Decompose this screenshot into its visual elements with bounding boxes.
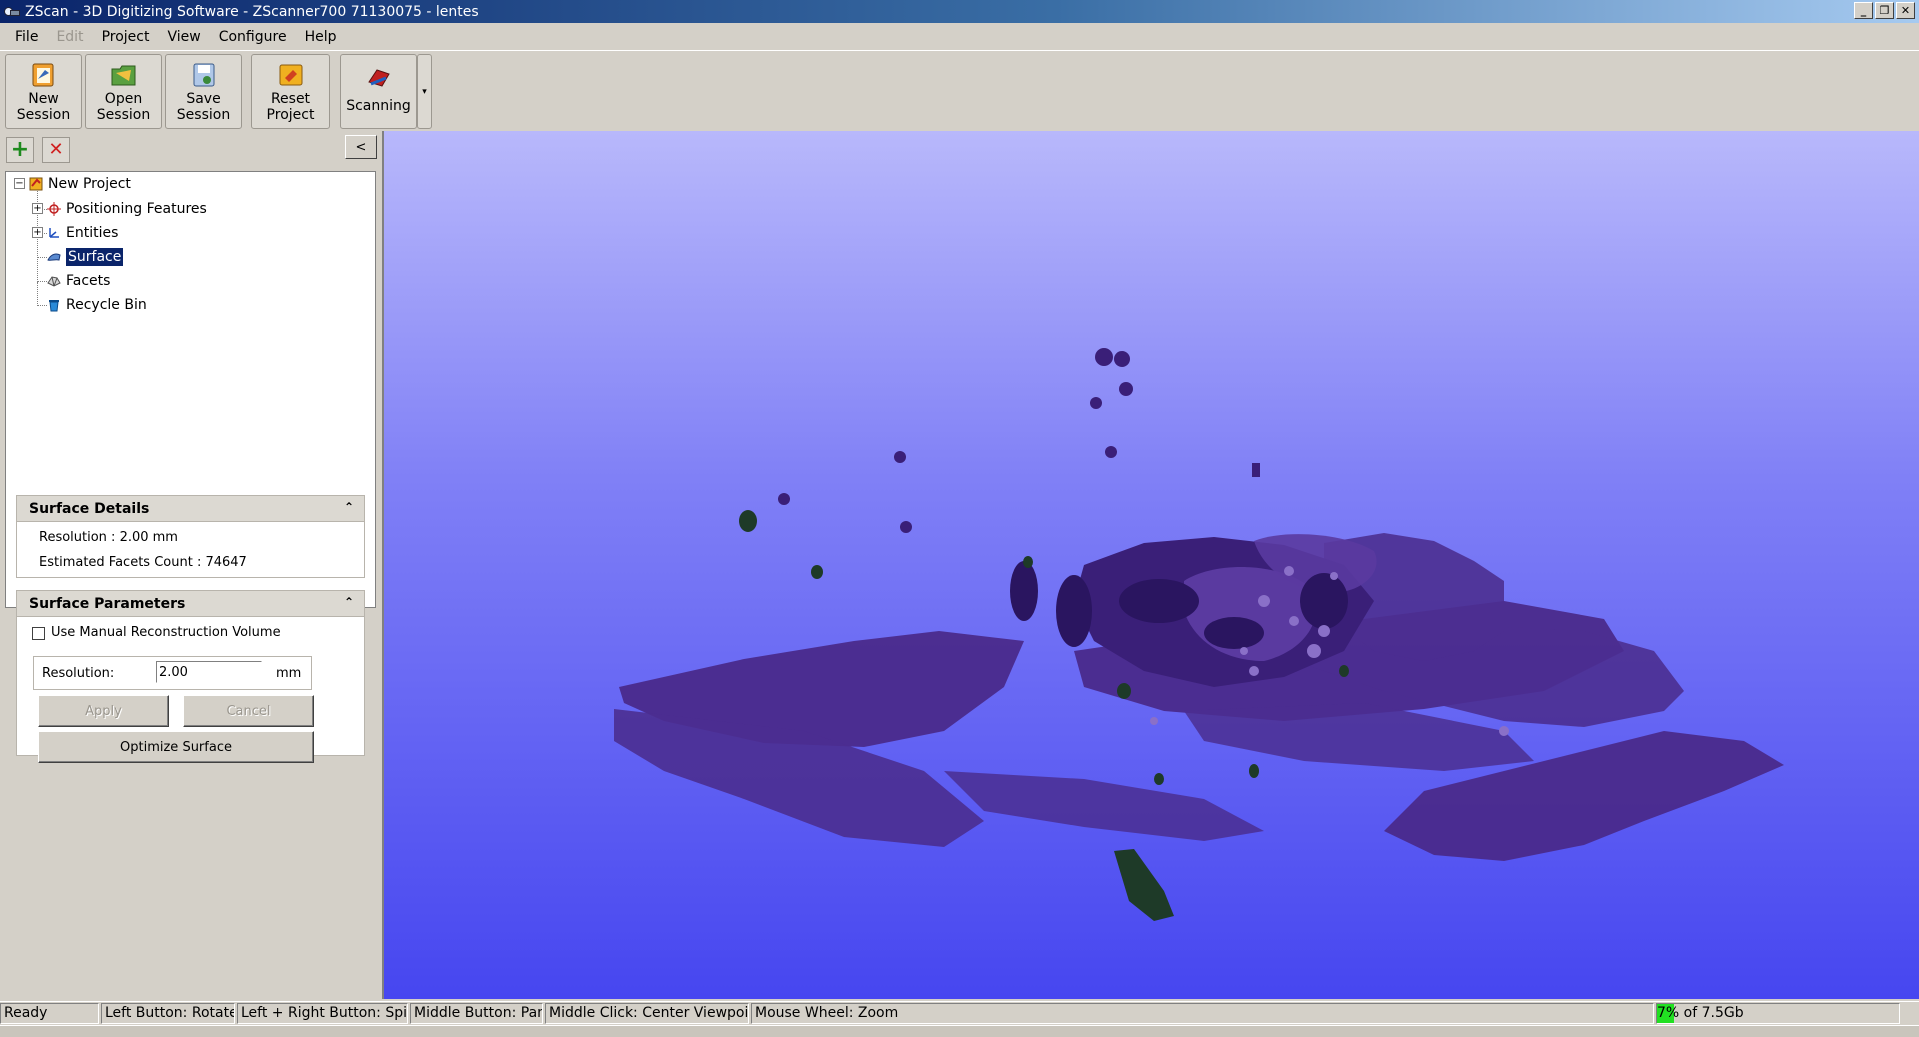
- tree-item-entities[interactable]: Entities: [46, 222, 118, 244]
- tree-label-new-project: New Project: [48, 176, 131, 192]
- menu-bar: File Edit Project View Configure Help: [0, 23, 1919, 51]
- tree-item-surface[interactable]: Surface: [46, 246, 125, 268]
- reset-project-line1: Reset: [270, 91, 311, 107]
- project-icon: [29, 177, 43, 191]
- tree-item-new-project[interactable]: New Project: [28, 173, 131, 195]
- resolution-box: Resolution: mm: [33, 656, 312, 690]
- minimize-button[interactable]: _: [1854, 2, 1873, 19]
- surface-parameters-header[interactable]: Surface Parameters ⌃: [17, 591, 364, 617]
- status-bar: Ready Left Button: Rotate Left + Right B…: [0, 1001, 1919, 1024]
- scanning-button[interactable]: Scanning: [340, 54, 417, 129]
- project-panel: + ✕ < − New Project + Positioning Featur…: [0, 131, 381, 998]
- scan-mesh-render: [614, 348, 1784, 921]
- surface-details-group: Surface Details ⌃ Resolution : 2.00 mm E…: [16, 495, 365, 578]
- status-left-right-button: Left + Right Button: Spin: [237, 1002, 408, 1024]
- new-session-line1: New: [28, 91, 59, 107]
- app-icon: [3, 5, 21, 19]
- status-left-button: Left Button: Rotate: [101, 1002, 235, 1024]
- save-session-button[interactable]: Save Session: [165, 54, 242, 129]
- reset-project-button[interactable]: Reset Project: [251, 54, 330, 129]
- tree-collapse-root[interactable]: −: [14, 178, 25, 189]
- new-session-button[interactable]: New Session: [5, 54, 82, 129]
- surface-parameters-group: Surface Parameters ⌃ Use Manual Reconstr…: [16, 590, 365, 763]
- surface-details-header[interactable]: Surface Details ⌃: [17, 496, 364, 522]
- title-bar: ZScan - 3D Digitizing Software - ZScanne…: [0, 0, 1919, 23]
- surface-parameters-title: Surface Parameters: [29, 595, 186, 612]
- tree-expand-positioning[interactable]: +: [32, 203, 43, 214]
- tree-label-recycle-bin: Recycle Bin: [66, 297, 147, 313]
- tree-expand-entities[interactable]: +: [32, 227, 43, 238]
- reset-project-icon: [279, 64, 302, 86]
- collapse-caret-icon[interactable]: ⌃: [344, 595, 354, 609]
- menu-file[interactable]: File: [6, 29, 47, 45]
- surface-details-title: Surface Details: [29, 500, 150, 517]
- surface-icon: [47, 253, 61, 261]
- add-item-button[interactable]: +: [6, 137, 34, 163]
- target-icon: [47, 202, 61, 216]
- open-session-line2: Session: [96, 107, 151, 123]
- tree-label-surface: Surface: [64, 247, 125, 267]
- restore-button[interactable]: ❐: [1875, 2, 1894, 19]
- reset-project-line2: Project: [266, 107, 315, 123]
- status-ready: Ready: [0, 1002, 99, 1024]
- recycle-bin-icon: [49, 300, 59, 312]
- optimize-surface-button[interactable]: Optimize Surface: [38, 731, 314, 763]
- manual-volume-label: Use Manual Reconstruction Volume: [51, 625, 281, 640]
- tree-item-recycle-bin[interactable]: Recycle Bin: [46, 294, 147, 316]
- menu-help[interactable]: Help: [296, 29, 346, 45]
- memory-usage-meter: 7% of 7.5Gb: [1656, 1002, 1900, 1024]
- resolution-readout: Resolution : 2.00 mm: [39, 530, 178, 545]
- new-session-icon: [32, 63, 53, 87]
- memory-usage-text: 7% of 7.5Gb: [1657, 1005, 1744, 1021]
- tree-item-positioning-features[interactable]: Positioning Features: [46, 198, 207, 220]
- open-session-line1: Open: [104, 91, 143, 107]
- status-mouse-wheel: Mouse Wheel: Zoom: [751, 1002, 1654, 1024]
- facets-icon: [47, 276, 61, 287]
- manual-volume-checkbox[interactable]: [32, 627, 45, 640]
- menu-edit[interactable]: Edit: [47, 29, 92, 45]
- cancel-button[interactable]: Cancel: [183, 695, 314, 727]
- menu-project[interactable]: Project: [93, 29, 159, 45]
- scanning-label: Scanning: [346, 98, 411, 114]
- open-session-button[interactable]: Open Session: [85, 54, 162, 129]
- status-middle-button: Middle Button: Pan: [410, 1002, 543, 1024]
- tree-label-positioning-features: Positioning Features: [66, 201, 207, 217]
- save-session-line2: Session: [176, 107, 231, 123]
- tree-label-facets: Facets: [66, 273, 111, 289]
- resolution-label: Resolution:: [42, 666, 115, 681]
- tree-item-facets[interactable]: Facets: [46, 270, 110, 292]
- collapse-caret-icon[interactable]: ⌃: [344, 500, 354, 514]
- save-session-line1: Save: [186, 91, 221, 107]
- status-middle-click: Middle Click: Center Viewpoint: [545, 1002, 749, 1024]
- facets-count-readout: Estimated Facets Count : 74647: [39, 555, 247, 570]
- resolution-input[interactable]: [156, 661, 262, 683]
- 3d-viewport[interactable]: [382, 131, 1919, 999]
- taskbar-strip: [0, 1025, 1919, 1037]
- tree-label-entities: Entities: [66, 225, 119, 241]
- save-session-icon: [193, 63, 214, 87]
- scanning-icon: [367, 69, 390, 87]
- collapse-panel-button[interactable]: <: [345, 135, 377, 159]
- window-title: ZScan - 3D Digitizing Software - ZScanne…: [25, 3, 479, 20]
- axes-icon: [49, 228, 59, 238]
- open-session-icon: [111, 65, 135, 86]
- menu-configure[interactable]: Configure: [210, 29, 296, 45]
- new-session-line2: Session: [16, 107, 71, 123]
- menu-view[interactable]: View: [158, 29, 209, 45]
- remove-item-button[interactable]: ✕: [42, 137, 70, 163]
- toolbar: New Session Open Session Save Session Re…: [0, 51, 1919, 131]
- close-button[interactable]: ✕: [1896, 2, 1915, 19]
- apply-button[interactable]: Apply: [38, 695, 169, 727]
- resolution-unit: mm: [276, 666, 302, 681]
- scanning-dropdown-arrow[interactable]: ▾: [417, 54, 432, 129]
